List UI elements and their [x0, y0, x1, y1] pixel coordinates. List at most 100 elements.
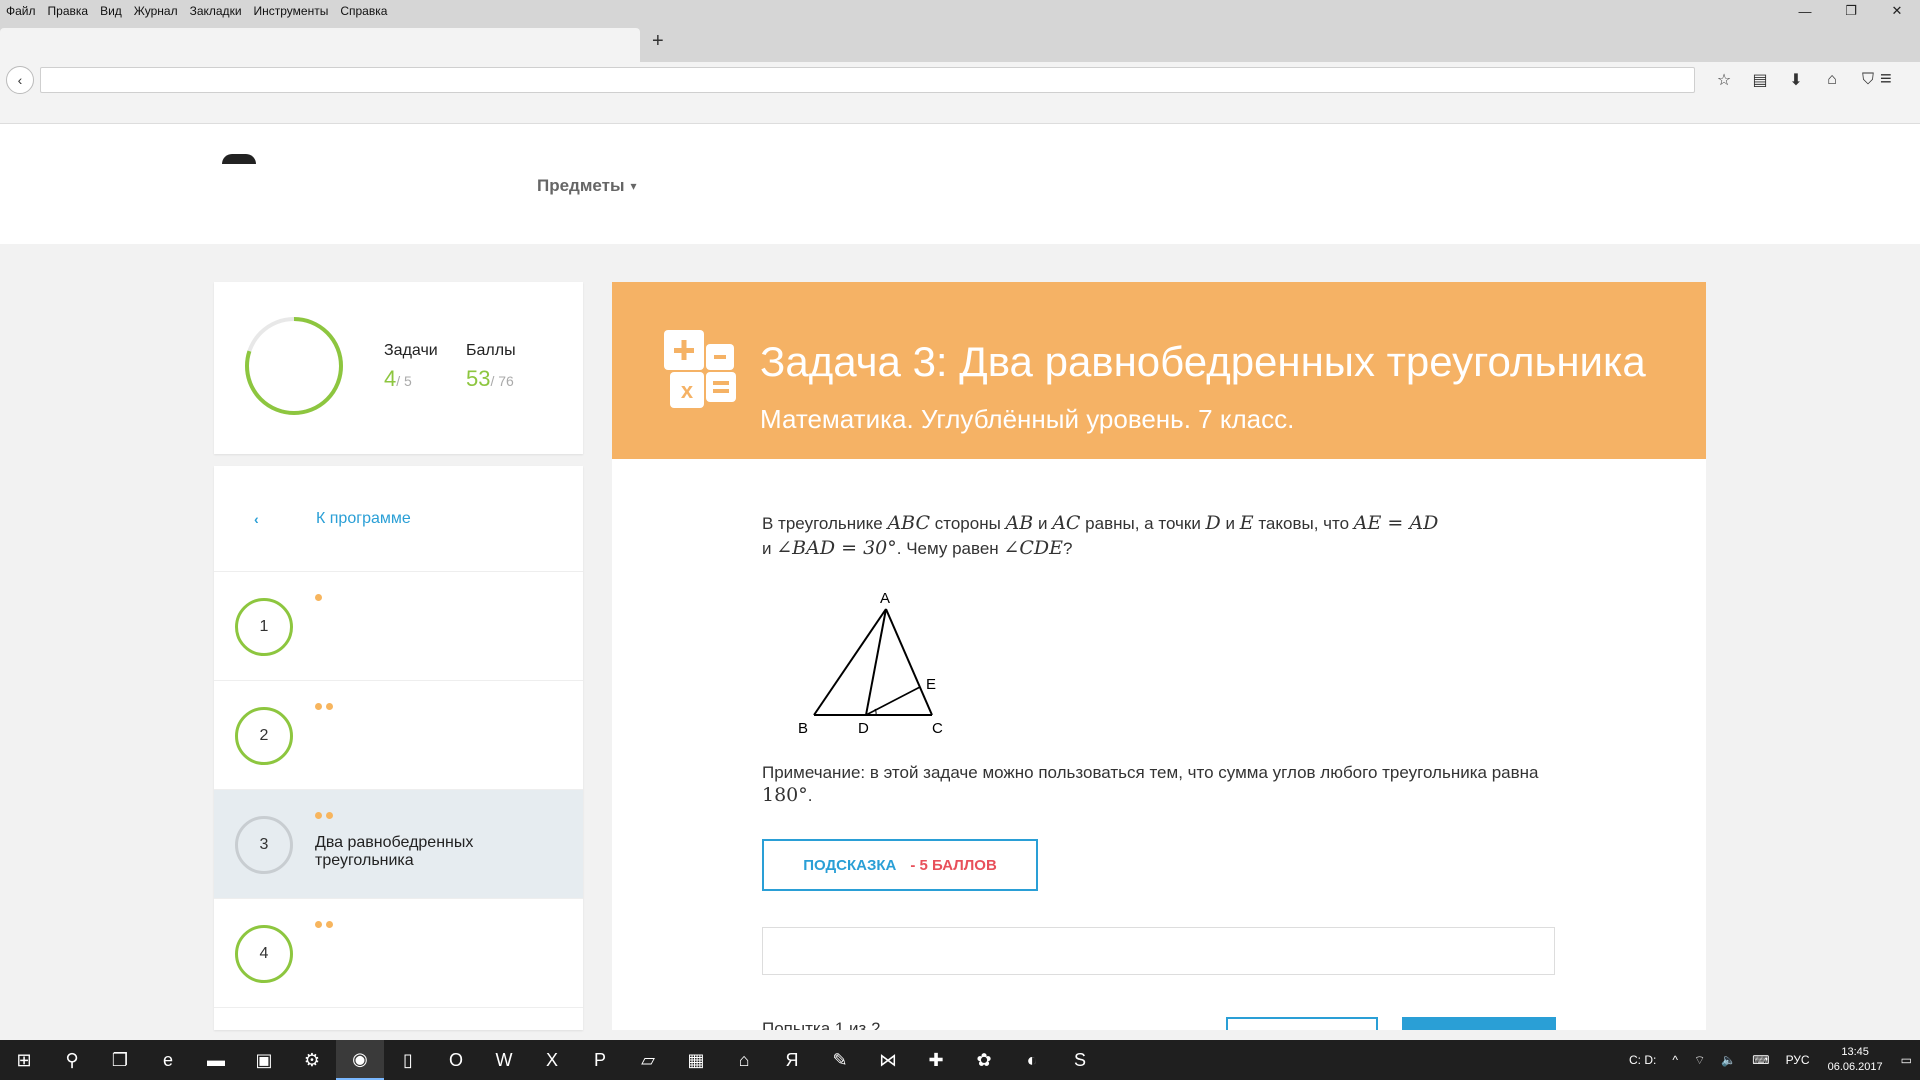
difficulty-dot	[326, 703, 333, 710]
difficulty-dot	[315, 594, 322, 601]
settings-app-icon[interactable]: ⚙	[288, 1040, 336, 1080]
difficulty-dot	[326, 812, 333, 819]
subjects-menu[interactable]: Предметы ▾	[537, 176, 637, 196]
hint-button[interactable]: ПОДСКАЗКА - 5 БАЛЛОВ	[762, 839, 1038, 891]
triangle-figure: A B D C E	[798, 590, 943, 737]
back-to-program-link[interactable]: ‹ К программе	[214, 466, 583, 572]
home-app-icon[interactable]: ⌂	[720, 1040, 768, 1080]
task-header: x Задача 3: Два равнобедренных треугольн…	[612, 282, 1706, 459]
bookmark-star-icon[interactable]: ☆	[1706, 70, 1742, 90]
calculator-app-icon[interactable]: ▦	[672, 1040, 720, 1080]
file-explorer-icon[interactable]: ▬	[192, 1040, 240, 1080]
home-icon[interactable]: ⌂	[1814, 71, 1850, 89]
yandex-icon[interactable]: Я	[768, 1040, 816, 1080]
hamburger-menu-icon[interactable]: ≡	[1880, 68, 1892, 91]
points-label: Баллы	[466, 342, 516, 359]
restore-button[interactable]: ❐	[1828, 0, 1874, 22]
statement-text: . Чему равен	[896, 539, 1004, 558]
close-window-button[interactable]: ✕	[1874, 0, 1920, 22]
powerpoint-icon[interactable]: P	[576, 1040, 624, 1080]
task-number-badge: 2	[235, 707, 293, 765]
statement-text: равны, а точки	[1080, 514, 1206, 533]
visual-studio-icon[interactable]: ⋈	[864, 1040, 912, 1080]
task-note: Примечание: в этой задаче можно пользова…	[762, 761, 1582, 807]
store-icon[interactable]: ▣	[240, 1040, 288, 1080]
bookmarks-bar	[0, 98, 1920, 124]
notifications-icon[interactable]: ▭	[1893, 1053, 1920, 1067]
system-tray: C: D: ^ ⌔ 🔈 ⌨ РУС 13:45 06.06.2017 ▭	[1621, 1040, 1920, 1080]
difficulty-dot	[315, 921, 322, 928]
app-icon[interactable]: ✚	[912, 1040, 960, 1080]
chevron-up-icon[interactable]: ^	[1664, 1053, 1686, 1067]
difficulty-dot	[315, 812, 322, 819]
menu-help[interactable]: Справка	[334, 4, 393, 18]
edge-icon[interactable]: e	[144, 1040, 192, 1080]
statement-math: AE = AD	[1353, 512, 1439, 534]
language-indicator[interactable]: РУС	[1778, 1053, 1818, 1067]
statement-math: AC	[1052, 512, 1081, 534]
back-arrow-icon: ‹	[17, 72, 23, 88]
subjects-label: Предметы	[537, 176, 625, 195]
notepad-icon[interactable]: ▯	[384, 1040, 432, 1080]
difficulty-dots	[315, 703, 333, 710]
difficulty-dots	[315, 812, 333, 819]
difficulty-dot	[326, 921, 333, 928]
audio-app-icon[interactable]: ◐	[1008, 1040, 1056, 1080]
system-clock[interactable]: 13:45 06.06.2017	[1818, 1045, 1893, 1075]
label-a: A	[880, 590, 890, 607]
menu-edit[interactable]: Правка	[42, 4, 95, 18]
new-tab-button[interactable]: +	[652, 30, 664, 53]
volume-icon[interactable]: 🔈	[1713, 1053, 1744, 1067]
statement-text: и	[762, 539, 777, 558]
menu-view[interactable]: Вид	[94, 4, 128, 18]
statement-text: стороны	[930, 514, 1006, 533]
menu-bookmarks[interactable]: Закладки	[184, 4, 248, 18]
difficulty-dots	[315, 921, 333, 928]
back-button[interactable]: ‹	[6, 66, 34, 94]
task-subtitle: Математика. Углублённый уровень. 7 класс…	[760, 404, 1295, 434]
word-icon[interactable]: W	[480, 1040, 528, 1080]
firefox-icon[interactable]: ◉	[336, 1040, 384, 1080]
task-view-icon[interactable]: ❐	[96, 1040, 144, 1080]
app-icon[interactable]: ✿	[960, 1040, 1008, 1080]
task-item-1[interactable]: 1	[214, 572, 583, 681]
paint-icon[interactable]: ✎	[816, 1040, 864, 1080]
task-item-4[interactable]: 4	[214, 899, 583, 1008]
site-logo[interactable]	[222, 154, 256, 164]
menu-tools[interactable]: Инструменты	[248, 4, 335, 18]
drives-indicator[interactable]: C: D:	[1621, 1053, 1664, 1067]
score-card: Задачи 4/ 5 Баллы 53/ 76	[214, 282, 583, 454]
skype-icon[interactable]: S	[1056, 1040, 1104, 1080]
statement-math: ∠CDE	[1003, 537, 1063, 559]
download-icon[interactable]: ⬇	[1778, 70, 1814, 90]
statement-text: ?	[1062, 539, 1073, 558]
start-button-icon[interactable]: ⊞	[0, 1040, 48, 1080]
note-math: 180°	[762, 784, 808, 806]
browser-toolbar-icons: ☆ ▤ ⬇ ⌂ ⛉	[1706, 62, 1886, 98]
points-value-row: 53/ 76	[466, 366, 516, 392]
search-icon[interactable]: ⚲	[48, 1040, 96, 1080]
progress-ring	[245, 317, 343, 415]
menu-history[interactable]: Журнал	[128, 4, 184, 18]
wifi-icon[interactable]: ⌔	[1686, 1053, 1713, 1068]
menu-file[interactable]: Файл	[0, 4, 42, 18]
url-bar[interactable]	[40, 67, 1695, 93]
submit-button[interactable]	[1402, 1017, 1556, 1030]
task-item-2[interactable]: 2	[214, 681, 583, 790]
browser-tab[interactable]	[0, 28, 640, 62]
browser-navbar: ‹ ☆ ▤ ⬇ ⌂ ⛉ ≡	[0, 62, 1920, 98]
keyboard-icon[interactable]: ⌨	[1744, 1053, 1777, 1067]
secondary-button[interactable]	[1226, 1017, 1378, 1030]
opera-icon[interactable]: O	[432, 1040, 480, 1080]
excel-icon[interactable]: X	[528, 1040, 576, 1080]
statement-math: D	[1205, 512, 1221, 534]
answer-input[interactable]	[762, 927, 1555, 975]
label-e: E	[926, 676, 936, 693]
calculator-icon: x	[664, 330, 736, 408]
segment-de	[865, 686, 921, 716]
task-number-badge: 1	[235, 598, 293, 656]
app-icon[interactable]: ▱	[624, 1040, 672, 1080]
minimize-button[interactable]: —	[1782, 0, 1828, 22]
task-item-3[interactable]: 3 Два равнобедренных треугольника	[214, 790, 583, 899]
reading-list-icon[interactable]: ▤	[1742, 70, 1778, 90]
